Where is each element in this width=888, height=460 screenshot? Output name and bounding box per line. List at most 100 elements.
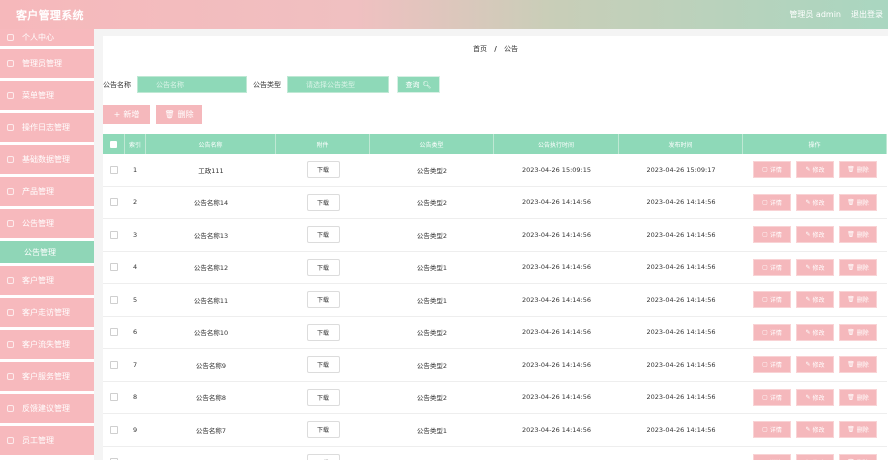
row-checkbox[interactable] [110, 360, 118, 369]
edit-label: 修改 [812, 232, 825, 240]
trash-icon: 🗑︎ [847, 198, 855, 206]
delete-button[interactable]: 🗑︎删除 [839, 226, 877, 244]
row-checkbox[interactable] [110, 230, 118, 239]
notice-name-label: 公告名称 [103, 80, 131, 89]
cell-ops: ▢详情 ✎修改 🗑︎删除 [743, 382, 887, 414]
detail-button[interactable]: ▢详情 [753, 226, 791, 244]
batch-delete-button[interactable]: 🗑︎ 删除 [156, 105, 202, 124]
trash-icon: 🗑︎ [847, 426, 855, 434]
edit-button[interactable]: ✎修改 [796, 421, 834, 439]
delete-button[interactable]: 🗑︎删除 [839, 421, 877, 439]
detail-button[interactable]: ▢详情 [753, 323, 791, 341]
edit-button[interactable]: ✎修改 [796, 453, 834, 460]
delete-button[interactable]: 🗑︎删除 [839, 193, 877, 211]
download-button[interactable]: 下载 [306, 291, 340, 309]
edit-icon: ✎ [805, 361, 811, 369]
sidebar-item-label: 产品管理 [22, 187, 54, 196]
row-checkbox[interactable] [110, 328, 118, 337]
edit-button[interactable]: ✎修改 [796, 291, 834, 309]
delete-button[interactable]: 🗑︎删除 [839, 453, 877, 460]
delete-button[interactable]: 🗑︎删除 [839, 356, 877, 374]
download-button[interactable]: 下载 [306, 226, 340, 244]
edit-button[interactable]: ✎修改 [796, 388, 834, 406]
logout-link[interactable]: 退出登录 [851, 9, 883, 20]
edit-button[interactable]: ✎修改 [796, 226, 834, 244]
menu-icon [7, 34, 14, 41]
sidebar-item-basedata[interactable]: 基础数据管理 [0, 145, 94, 174]
sidebar-item-admin[interactable]: 管理员管理 [0, 49, 94, 78]
table-row: 7 公告名称9 下载 公告类型2 2023-04-26 14:14:56 2023-04-… [103, 349, 887, 382]
row-checkbox[interactable] [110, 165, 118, 174]
detail-label: 详情 [769, 199, 782, 207]
delete-label: 删除 [856, 264, 869, 272]
delete-button[interactable]: 🗑︎删除 [839, 258, 877, 276]
edit-button[interactable]: ✎修改 [796, 193, 834, 211]
cell-file: 下载 [276, 284, 370, 316]
trash-icon: 🗑︎ [847, 296, 855, 304]
sidebar-item-menu[interactable]: 菜单管理 [0, 81, 94, 110]
sidebar-subitem-notice[interactable]: 公告管理 [0, 241, 94, 263]
download-button[interactable]: 下载 [306, 388, 340, 406]
detail-button[interactable]: ▢详情 [753, 356, 791, 374]
download-button[interactable]: 下载 [306, 356, 340, 374]
row-select-cell [103, 284, 125, 316]
detail-button[interactable]: ▢详情 [753, 453, 791, 460]
row-select-cell [103, 382, 125, 414]
row-checkbox[interactable] [110, 393, 118, 402]
notice-type-select[interactable] [287, 76, 389, 93]
edit-button[interactable]: ✎修改 [796, 161, 834, 179]
download-button[interactable]: 下载 [306, 161, 340, 179]
detail-button[interactable]: ▢详情 [753, 258, 791, 276]
row-checkbox[interactable] [110, 295, 118, 304]
cell-type: 公告类型2 [416, 394, 448, 403]
sidebar-item-service[interactable]: 客户服务管理 [0, 362, 94, 391]
row-select-cell [103, 414, 125, 446]
sidebar-item-notice[interactable]: 公告管理 [0, 209, 94, 238]
cell-name: 工政111 [198, 166, 224, 175]
cell-exec-time: 2023-04-26 14:14:56 [521, 263, 592, 272]
sidebar-item-customer[interactable]: 客户管理 [0, 266, 94, 295]
detail-button[interactable]: ▢详情 [753, 421, 791, 439]
cell-exec-time: 2023-04-26 14:14:56 [521, 198, 592, 207]
detail-button[interactable]: ▢详情 [753, 161, 791, 179]
sidebar-item-oplog[interactable]: 操作日志管理 [0, 113, 94, 142]
delete-button[interactable]: 🗑︎删除 [839, 323, 877, 341]
cell-file: 下载 [276, 252, 370, 284]
sidebar-item-staff[interactable]: 员工管理 [0, 426, 94, 455]
sidebar-item-churn[interactable]: 客户流失管理 [0, 330, 94, 359]
add-button[interactable]: + 新增 [103, 105, 150, 124]
download-button[interactable]: 下载 [306, 193, 340, 211]
row-checkbox[interactable] [110, 198, 118, 207]
download-button[interactable]: 下载 [306, 323, 340, 341]
sidebar-item-profile[interactable]: 个人中心 [0, 29, 94, 46]
cell-name: 公告名称10 [193, 329, 229, 338]
select-all-checkbox[interactable] [110, 140, 117, 148]
notice-name-input[interactable] [137, 76, 247, 93]
sidebar-item-feedback[interactable]: 反馈建议管理 [0, 394, 94, 423]
search-button[interactable]: 查询 🔍︎ [397, 76, 440, 93]
sidebar-item-product[interactable]: 产品管理 [0, 177, 94, 206]
breadcrumb-home[interactable]: 首页 [473, 45, 487, 53]
row-checkbox[interactable] [110, 263, 118, 272]
detail-label: 详情 [769, 329, 782, 337]
edit-button[interactable]: ✎修改 [796, 323, 834, 341]
edit-button[interactable]: ✎修改 [796, 356, 834, 374]
cell-file: 下载 [276, 154, 370, 186]
cell-name: 公告名称14 [193, 199, 229, 208]
detail-button[interactable]: ▢详情 [753, 291, 791, 309]
download-button[interactable]: 下载 [306, 421, 340, 439]
sidebar-item-visit[interactable]: 客户走访管理 [0, 298, 94, 327]
delete-button[interactable]: 🗑︎删除 [839, 161, 877, 179]
cell-type: 公告类型2 [416, 199, 448, 208]
row-checkbox[interactable] [110, 425, 118, 434]
download-button[interactable]: 下载 [306, 258, 340, 276]
detail-button[interactable]: ▢详情 [753, 193, 791, 211]
delete-button[interactable]: 🗑︎删除 [839, 388, 877, 406]
edit-label: 修改 [812, 329, 825, 337]
cell-index: 4 [133, 263, 138, 272]
cell-ops: ▢详情 ✎修改 🗑︎删除 [743, 219, 887, 251]
detail-button[interactable]: ▢详情 [753, 388, 791, 406]
edit-button[interactable]: ✎修改 [796, 258, 834, 276]
delete-button[interactable]: 🗑︎删除 [839, 291, 877, 309]
download-button[interactable]: 下载 [306, 453, 340, 460]
